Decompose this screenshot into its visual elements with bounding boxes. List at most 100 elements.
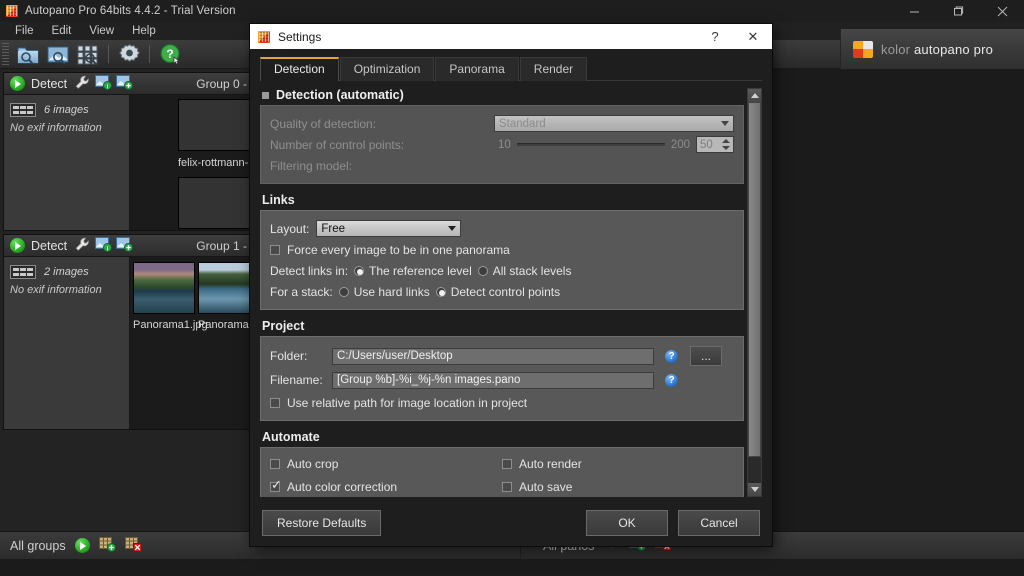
settings-scroll-content: Detection (automatic) Quality of detecti… <box>260 88 762 497</box>
collapse-icon[interactable] <box>262 91 269 99</box>
close-icon[interactable] <box>980 0 1024 22</box>
group-0-exif: No exif information <box>10 122 102 134</box>
auto-save-checkbox[interactable] <box>502 482 512 492</box>
quality-label: Quality of detection: <box>270 116 377 131</box>
links-groupbox: Layout: Free Force every image to be in … <box>260 210 744 310</box>
force-one-pano-checkbox[interactable] <box>270 244 280 255</box>
maximize-icon[interactable] <box>936 0 980 22</box>
auto-color-correction-label: Auto color correction <box>287 480 398 494</box>
auto-render-label: Auto render <box>519 457 582 471</box>
detect-links-label: Detect links in: <box>270 263 349 278</box>
settings-scrollbar[interactable] <box>747 88 762 497</box>
image-info-icon[interactable]: i <box>95 74 113 93</box>
for-stack-row: For a stack: Use hard links Detect contr… <box>270 281 734 302</box>
auto-color-correction-row[interactable]: Auto color correction <box>270 478 502 496</box>
filename-input[interactable]: [Group %b]-%i_%j-%n images.pano <box>332 371 654 389</box>
filename-help-icon[interactable]: ? <box>665 373 678 387</box>
scroll-up-icon[interactable] <box>748 89 761 102</box>
quality-select[interactable]: Standard <box>494 115 734 132</box>
control-points-value: 50 <box>700 138 713 151</box>
wrench-icon[interactable] <box>75 75 91 93</box>
add-image-icon[interactable] <box>116 74 134 93</box>
scrollbar-thumb[interactable] <box>748 102 761 457</box>
grid-icon <box>10 103 36 117</box>
group-1-thumbnails[interactable]: Panorama1.jpg Panorama2.j <box>130 257 253 429</box>
help-question-icon[interactable]: ? <box>155 41 185 68</box>
auto-save-label: Auto save <box>519 480 573 494</box>
auto-crop-row[interactable]: Auto crop <box>270 455 502 473</box>
scroll-down-icon[interactable] <box>748 483 761 496</box>
wrench-icon[interactable] <box>75 237 91 255</box>
filename-label: Filename: <box>270 373 323 387</box>
folder-help-icon[interactable]: ? <box>665 349 678 363</box>
play-icon[interactable] <box>74 538 90 553</box>
group-0-header: Detect i Group 0 - <box>4 73 253 95</box>
thumbnail-item[interactable]: Panorama2.j <box>198 262 253 331</box>
control-points-stepper[interactable]: 50 <box>696 136 734 153</box>
batch-grid-icon[interactable] <box>73 41 103 68</box>
for-stack-radio-control-points[interactable] <box>435 286 446 297</box>
menu-help[interactable]: Help <box>123 22 165 40</box>
play-icon[interactable] <box>10 238 25 253</box>
auto-save-row[interactable]: Auto save <box>502 478 734 496</box>
tab-detection[interactable]: Detection <box>260 57 339 81</box>
layout-select[interactable]: Free <box>316 220 462 237</box>
relative-path-row[interactable]: Use relative path for image location in … <box>270 392 734 413</box>
auto-crop-label: Auto crop <box>287 457 339 471</box>
menu-edit[interactable]: Edit <box>43 22 81 40</box>
cancel-button[interactable]: Cancel <box>678 510 760 536</box>
browse-folder-button[interactable]: ... <box>690 346 722 366</box>
group-1-image-count: 2 images <box>44 266 89 278</box>
relative-path-checkbox[interactable] <box>270 397 280 408</box>
settings-dialog: Settings ? ✕ Detection Optimization Pano… <box>250 24 772 546</box>
toolbar-drag-handle[interactable] <box>2 43 9 65</box>
thumbnail-image <box>178 99 253 151</box>
restore-defaults-button[interactable]: Restore Defaults <box>262 510 382 536</box>
thumbnail-item[interactable]: felix-rottmann-nynSCWcbVa- <box>178 99 253 169</box>
auto-crop-checkbox[interactable] <box>270 459 280 469</box>
play-icon[interactable] <box>10 76 25 91</box>
open-folder-icon[interactable] <box>13 41 43 68</box>
thumbnail-item[interactable]: Panorama1.jpg <box>133 262 208 331</box>
relative-path-label: Use relative path for image location in … <box>287 395 528 410</box>
project-section-header: Project <box>262 319 744 333</box>
thumbnail-item[interactable]: karthik-sreenivas-fuHhiyy2N( <box>178 177 253 230</box>
stepper-arrows-icon[interactable] <box>722 139 730 150</box>
for-stack-option-a-label: Use hard links <box>353 284 430 299</box>
tab-render[interactable]: Render <box>519 57 588 81</box>
group-0-detect-label[interactable]: Detect <box>31 77 67 91</box>
control-points-label: Number of control points: <box>270 137 405 152</box>
minimize-icon[interactable] <box>892 0 936 22</box>
add-image-icon[interactable] <box>116 236 134 255</box>
detect-links-radio-reference[interactable] <box>354 265 365 276</box>
settings-gear-icon[interactable] <box>114 41 144 68</box>
thumbnail-caption: Panorama1.jpg <box>133 319 208 331</box>
tab-optimization[interactable]: Optimization <box>339 57 435 81</box>
group-0-thumbnails[interactable]: felix-rottmann-nynSCWcbVa- karthik-sreen… <box>130 95 253 230</box>
open-images-icon[interactable] <box>43 41 73 68</box>
group-1-actions: i <box>75 236 134 255</box>
add-group-icon[interactable] <box>98 536 116 555</box>
delete-group-icon[interactable] <box>124 536 142 555</box>
group-0-title: Group 0 - <box>196 76 247 91</box>
for-stack-radio-hard-links[interactable] <box>338 286 349 297</box>
close-icon[interactable]: ✕ <box>734 24 772 49</box>
group-1: Detect i Group 1 - 2 images No exif info… <box>3 234 254 430</box>
help-button[interactable]: ? <box>696 24 734 49</box>
detect-links-radio-all-stacks[interactable] <box>477 265 488 276</box>
menu-file[interactable]: File <box>6 22 43 40</box>
auto-render-checkbox[interactable] <box>502 459 512 469</box>
image-info-icon[interactable]: i <box>95 236 113 255</box>
detection-section-title: Detection (automatic) <box>276 88 404 102</box>
folder-input[interactable]: C:/Users/user/Desktop <box>332 347 654 365</box>
window-titlebar: Autopano Pro 64bits 4.4.2 - Trial Versio… <box>0 0 1024 22</box>
menu-view[interactable]: View <box>80 22 123 40</box>
ok-button[interactable]: OK <box>586 510 668 536</box>
tab-panorama[interactable]: Panorama <box>435 57 519 81</box>
automate-groupbox: Auto crop Auto render Auto color correct… <box>260 447 744 497</box>
force-one-pano-row[interactable]: Force every image to be in one panorama <box>270 239 734 260</box>
group-1-detect-label[interactable]: Detect <box>31 239 67 253</box>
auto-color-correction-checkbox[interactable] <box>270 478 282 492</box>
auto-render-row[interactable]: Auto render <box>502 455 734 473</box>
control-points-slider[interactable] <box>516 143 665 146</box>
